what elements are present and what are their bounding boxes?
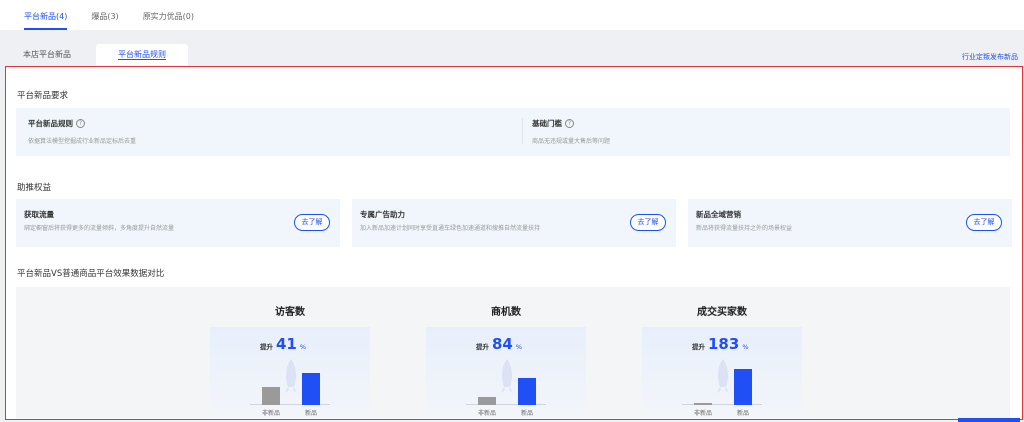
tab-quality-products[interactable]: 原实力优品(0) (133, 11, 204, 30)
rocket-icon (717, 359, 729, 393)
comparison-title: 平台新品VS普通商品平台效果数据对比 (17, 269, 165, 279)
bar-new (518, 378, 536, 405)
lift-value: 183 (708, 335, 740, 353)
learn-more-button[interactable]: 去了解 (294, 214, 330, 231)
benefit-title: 获取流量 (24, 210, 54, 219)
metric-name: 访客数 (275, 307, 305, 318)
lift-unit: % (515, 343, 523, 351)
bar-label-non-new: 非新品 (261, 410, 280, 417)
divider (522, 118, 523, 144)
benefit-card-marketing: 新品全域营销 新品将获得流量扶持之外的场景权益 去了解 (688, 199, 1012, 247)
bar-non-new (262, 387, 280, 405)
rules-panel: 平台新品要求 平台新品规则 ? 依据算法模型挖掘成行业新品定标后去重 基础门槛 … (5, 66, 1023, 420)
metric-panel: 提升 41 % 非新品 新品 (210, 327, 370, 419)
bar-label-non-new: 非新品 (477, 410, 496, 417)
lift-unit: % (742, 343, 749, 351)
metric-name: 成交买家数 (697, 307, 747, 318)
lift-value: 84 (492, 335, 513, 353)
rocket-icon (285, 359, 297, 393)
requirement-threshold-desc: 商品无违规或量大售后等问题 (532, 138, 611, 145)
bar-label-new: 新品 (520, 410, 533, 417)
lift-label: 提升 (692, 343, 705, 351)
comparison-area: 访客数 提升 41 % 非新品 新品 商机数 提升 84 % 非新品 新品 成交… (16, 287, 1010, 419)
requirement-rules: 平台新品规则 ? 依据算法模型挖掘成行业新品定标后去重 (28, 118, 136, 145)
benefits-title: 助推权益 (17, 183, 52, 193)
tab-hot-products[interactable]: 爆品(3) (81, 11, 128, 30)
help-icon[interactable]: ? (76, 119, 85, 128)
learn-more-button[interactable]: 去了解 (966, 214, 1002, 231)
metric-panel: 提升 84 % 非新品 新品 (426, 327, 586, 419)
bar-new (302, 373, 320, 405)
lift-label: 提升 (476, 343, 489, 351)
requirement-rules-title: 平台新品规则 (28, 119, 73, 128)
benefit-desc: 新品将获得流量扶持之外的场景权益 (696, 225, 793, 232)
learn-more-button[interactable]: 去了解 (630, 214, 666, 231)
requirements-row: 平台新品规则 ? 依据算法模型挖掘成行业新品定标后去重 基础门槛 ? 商品无违规… (16, 108, 1010, 156)
requirements-title: 平台新品要求 (17, 91, 69, 101)
metric-panel: 提升 183 % 非新品 新品 (642, 327, 802, 419)
benefit-desc: 绑定橱窗后将获得更多的流量倾斜，多角度提升自然流量 (24, 225, 175, 232)
tab-new-rules[interactable]: 平台新品规则 (96, 44, 188, 66)
benefit-desc: 加入新品加速计划同时享受直通车绿色加速通道和搜推自然流量扶持 (360, 225, 541, 232)
scrollbar-thumb[interactable] (958, 418, 1020, 422)
lift-unit: % (299, 343, 307, 351)
bar-label-new: 新品 (736, 410, 749, 417)
tab-store-new[interactable]: 本店平台新品 (8, 44, 86, 66)
top-tab-bar: 平台新品(4) 爆品(3) 原实力优品(0) (0, 0, 1024, 30)
tab-new-rules-label: 平台新品规则 (118, 50, 166, 60)
bar-non-new (478, 397, 496, 405)
lift-label: 提升 (260, 343, 273, 351)
benefit-card-ads: 专属广告助力 加入新品加速计划同时享受直通车绿色加速通道和搜推自然流量扶持 去了… (352, 199, 676, 247)
requirement-threshold-title: 基础门槛 (532, 119, 562, 128)
rocket-icon (501, 359, 513, 393)
benefit-title: 专属广告助力 (360, 210, 405, 219)
help-icon[interactable]: ? (565, 119, 574, 128)
lift-value: 41 (276, 335, 297, 353)
tab-platform-new[interactable]: 平台新品(4) (14, 11, 77, 30)
benefit-title: 新品全域营销 (696, 210, 741, 219)
metric-name: 商机数 (491, 307, 521, 318)
metric-buyers: 成交买家数 提升 183 % 非新品 新品 (642, 287, 802, 419)
sub-tab-bar: 本店平台新品 平台新品规则 行业定叛发布新品 (0, 36, 1024, 66)
bar-label-non-new: 非新品 (693, 410, 712, 417)
metric-opportunities: 商机数 提升 84 % 非新品 新品 (426, 287, 586, 419)
requirement-threshold: 基础门槛 ? 商品无违规或量大售后等问题 (532, 118, 610, 145)
metric-visitors: 访客数 提升 41 % 非新品 新品 (210, 287, 370, 419)
bar-new (734, 369, 752, 405)
bar-label-new: 新品 (304, 410, 317, 417)
requirement-rules-desc: 依据算法模型挖掘成行业新品定标后去重 (28, 138, 137, 145)
industry-link[interactable]: 行业定叛发布新品 (962, 52, 1018, 62)
bar-non-new (694, 403, 712, 405)
benefit-card-traffic: 获取流量 绑定橱窗后将获得更多的流量倾斜，多角度提升自然流量 去了解 (16, 199, 340, 247)
